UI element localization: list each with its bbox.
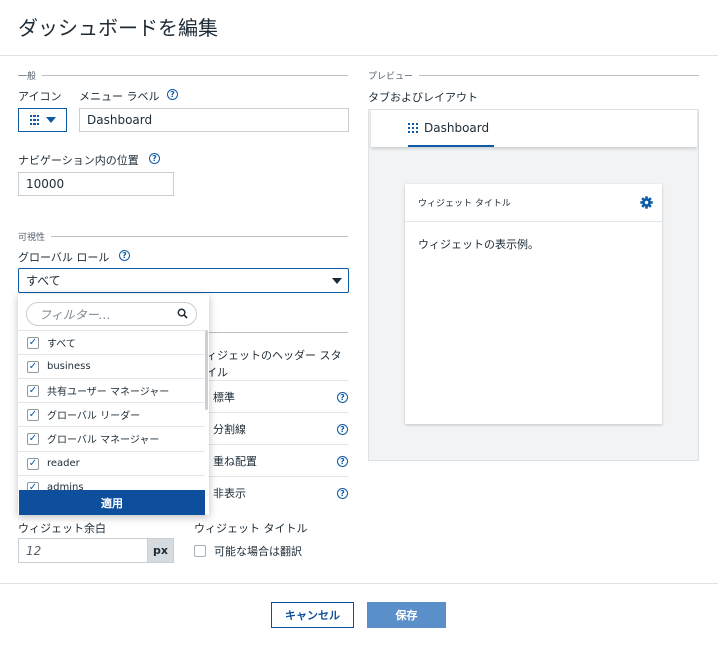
- preview-subtitle: タブおよびレイアウト: [368, 91, 478, 104]
- role-option-label: 共有ユーザー マネージャー: [47, 387, 170, 398]
- translate-checkbox[interactable]: [194, 545, 206, 557]
- nav-position-help-icon[interactable]: ?: [149, 153, 160, 164]
- nav-position-input[interactable]: 10000: [18, 172, 174, 196]
- preview-tab-label: Dashboard: [424, 121, 490, 135]
- translate-label: 可能な場合は翻訳: [214, 545, 302, 558]
- role-option[interactable]: ✓ すべて: [18, 330, 205, 354]
- cancel-button[interactable]: キャンセル: [271, 602, 354, 628]
- global-role-label: グローバル ロール: [18, 251, 110, 264]
- icon-picker-button[interactable]: [18, 108, 67, 132]
- role-option[interactable]: ✓ reader: [18, 451, 205, 475]
- widget-title-label: ウィジェット タイトル: [194, 522, 308, 535]
- role-option-label: すべて: [47, 339, 76, 350]
- visibility-section-label: 可視性: [18, 230, 52, 243]
- widget-header-style-label: ィジェットのヘッダー スタイル: [206, 349, 342, 379]
- menu-label-label: メニュー ラベル: [79, 90, 160, 103]
- dropdown-scrollbar[interactable]: [205, 330, 208, 410]
- header-style-option-hidden[interactable]: 非表示 ?: [206, 476, 349, 508]
- search-icon: [177, 308, 188, 319]
- role-filter-input[interactable]: フィルター…: [26, 302, 197, 326]
- filter-placeholder: フィルター…: [39, 307, 111, 322]
- preview-section-label: プレビュー: [368, 69, 420, 82]
- preview-panel: Dashboard ウィジェット タイトル ウィジェットの表示例。: [368, 109, 699, 461]
- help-icon[interactable]: ?: [337, 488, 348, 499]
- header-style-option-overlay[interactable]: 重ね配置 ?: [206, 444, 349, 476]
- role-option-label: business: [47, 361, 91, 372]
- header-style-option-standard[interactable]: 標準 ?: [206, 380, 349, 412]
- preview-widget: ウィジェット タイトル ウィジェットの表示例。: [405, 184, 662, 424]
- preview-tab-bar: Dashboard: [371, 110, 697, 147]
- option-label: 標準: [213, 390, 235, 404]
- general-section-line: [18, 75, 348, 76]
- role-option[interactable]: ✓ business: [18, 354, 205, 378]
- preview-tab: Dashboard: [408, 121, 489, 135]
- general-section-label: 一般: [18, 69, 43, 82]
- option-label: 分割線: [213, 422, 246, 436]
- role-option-label: グローバル マネージャー: [47, 435, 160, 446]
- check-icon[interactable]: ✓: [27, 384, 39, 397]
- option-label: 非表示: [213, 486, 246, 500]
- header-style-option-divider[interactable]: 分割線 ?: [206, 412, 349, 444]
- gear-icon: [640, 196, 653, 209]
- preview-widget-title: ウィジェット タイトル: [418, 199, 511, 209]
- page-title: ダッシュボードを編集: [18, 16, 218, 40]
- widget-margin-input[interactable]: 12: [18, 538, 148, 563]
- widget-margin-unit: px: [147, 538, 174, 563]
- role-option[interactable]: ✓ グローバル マネージャー: [18, 426, 205, 450]
- check-icon[interactable]: ✓: [27, 432, 39, 445]
- check-icon[interactable]: ✓: [27, 336, 39, 349]
- global-role-select[interactable]: すべて: [18, 268, 349, 293]
- role-option[interactable]: ✓ 共有ユーザー マネージャー: [18, 378, 205, 402]
- visibility-section-line: [18, 236, 348, 237]
- save-button[interactable]: 保存: [367, 602, 446, 628]
- help-icon[interactable]: ?: [337, 456, 348, 467]
- global-role-value: すべて: [26, 274, 61, 288]
- check-icon[interactable]: ✓: [27, 457, 39, 470]
- menu-label-help-icon[interactable]: ?: [167, 89, 178, 100]
- help-icon[interactable]: ?: [337, 392, 348, 403]
- preview-widget-header: ウィジェット タイトル: [405, 184, 662, 222]
- preview-widget-body: ウィジェットの表示例。: [418, 238, 539, 251]
- widget-margin-label: ウィジェット余白: [18, 522, 106, 535]
- global-role-help-icon[interactable]: ?: [119, 250, 130, 261]
- menu-label-input[interactable]: Dashboard: [79, 108, 349, 132]
- grid-icon: [29, 115, 40, 125]
- grid-icon: [408, 123, 418, 133]
- role-option-label: reader: [47, 458, 80, 469]
- check-icon[interactable]: ✓: [27, 408, 39, 421]
- apply-button[interactable]: 適用: [19, 490, 205, 515]
- header-divider: [0, 55, 718, 56]
- role-dropdown[interactable]: フィルター… ✓ すべて ✓ business ✓ 共有ユーザー マネージャー …: [18, 294, 209, 515]
- role-option[interactable]: ✓ グローバル リーダー: [18, 402, 205, 426]
- nav-position-label: ナビゲーション内の位置: [18, 154, 139, 167]
- role-option-label: グローバル リーダー: [47, 411, 141, 422]
- option-label: 重ね配置: [213, 454, 257, 468]
- help-icon[interactable]: ?: [337, 424, 348, 435]
- icon-label: アイコン: [18, 90, 62, 103]
- check-icon[interactable]: ✓: [27, 360, 39, 373]
- chevron-down-icon: [45, 117, 56, 123]
- translate-checkbox-row[interactable]: 可能な場合は翻訳: [194, 543, 302, 559]
- footer-divider: [0, 583, 718, 584]
- chevron-down-icon: [332, 278, 342, 284]
- active-tab-indicator: [408, 145, 494, 147]
